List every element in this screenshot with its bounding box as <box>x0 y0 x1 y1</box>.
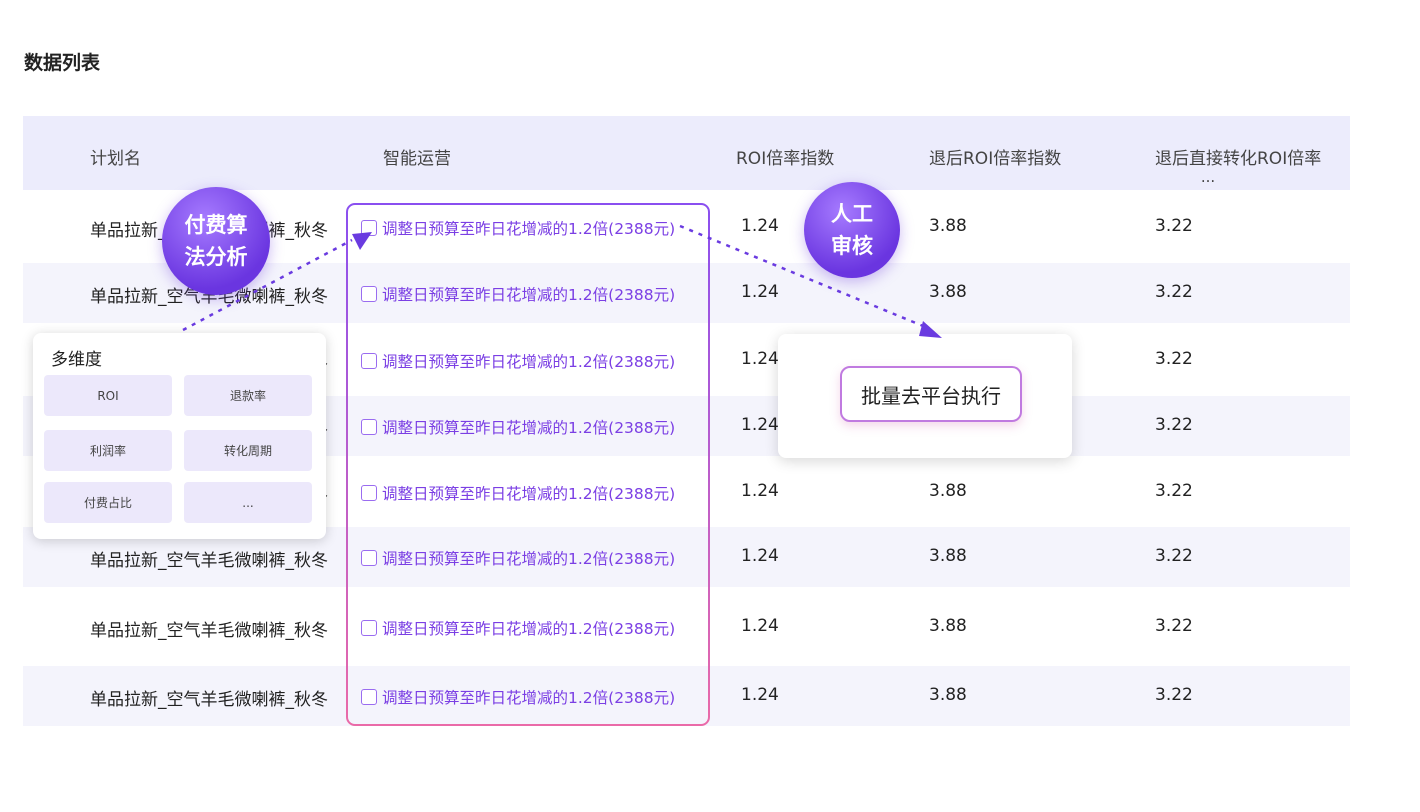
ops-checkbox[interactable] <box>361 550 377 566</box>
plan-name-cell: 单品拉新_空气羊毛微喇裤_秋冬 <box>90 551 328 571</box>
ops-checkbox[interactable] <box>361 485 377 501</box>
col-header-more[interactable]: ... <box>1178 168 1238 186</box>
direct-roi-cell: 3.22 <box>1155 349 1193 369</box>
direct-roi-cell: 3.22 <box>1155 546 1193 566</box>
col-header-ops: 智能运营 <box>383 149 451 169</box>
direct-roi-cell: 3.22 <box>1155 616 1193 636</box>
ops-cell: 调整日预算至昨日花增减的1.2倍(2388元) <box>361 416 675 438</box>
ops-cell: 调整日预算至昨日花增减的1.2倍(2388元) <box>361 547 675 569</box>
ops-cell: 调整日预算至昨日花增减的1.2倍(2388元) <box>361 482 675 504</box>
manual-review-line2: 审核 <box>831 234 873 258</box>
roi-cell: 1.24 <box>741 685 779 705</box>
paid-analysis-line2: 法分析 <box>184 245 248 269</box>
roi-cell: 1.24 <box>741 616 779 636</box>
ops-suggestion-text: 调整日预算至昨日花增减的1.2倍(2388元) <box>382 220 676 238</box>
paid-analysis-line1: 付费算 <box>184 213 248 237</box>
plan-name-cell: 单品拉新_空气羊毛微喇裤_秋冬 <box>90 690 328 710</box>
ops-checkbox[interactable] <box>361 286 377 302</box>
ops-cell: 调整日预算至昨日花增减的1.2倍(2388元) <box>361 283 675 305</box>
ops-cell: 调整日预算至昨日花增减的1.2倍(2388元) <box>361 350 675 372</box>
ops-cell: 调整日预算至昨日花增减的1.2倍(2388元) <box>361 686 675 708</box>
roi-cell: 1.24 <box>741 282 779 302</box>
refund-roi-cell: 3.88 <box>929 282 967 302</box>
roi-cell: 1.24 <box>741 349 779 369</box>
ops-suggestion-text: 调整日预算至昨日花增减的1.2倍(2388元) <box>382 689 676 707</box>
ops-suggestion-text: 调整日预算至昨日花增减的1.2倍(2388元) <box>382 550 676 568</box>
ops-cell: 调整日预算至昨日花增减的1.2倍(2388元) <box>361 217 675 239</box>
col-header-roi: ROI倍率指数 <box>736 149 835 169</box>
direct-roi-cell: 3.22 <box>1155 415 1193 435</box>
ops-checkbox[interactable] <box>361 353 377 369</box>
dimension-panel-title: 多维度 <box>51 350 102 370</box>
table-row: 单品拉新_空气羊毛微喇裤_秋冬 调整日预算至昨日花增减的1.2倍(2388元) 1.… <box>23 587 1350 666</box>
table-header: 计划名 智能运营 ROI倍率指数 退后ROI倍率指数 退后直接转化ROI倍率 .… <box>23 116 1350 190</box>
ops-cell: 调整日预算至昨日花增减的1.2倍(2388元) <box>361 617 675 639</box>
direct-roi-cell: 3.22 <box>1155 685 1193 705</box>
ops-checkbox[interactable] <box>361 689 377 705</box>
table-row: 单品拉新_空气羊毛微喇裤_秋冬 调整日预算至昨日花增减的1.2倍(2388元) 1.… <box>23 666 1350 726</box>
roi-cell: 1.24 <box>741 216 779 236</box>
chip-more[interactable]: ... <box>184 482 312 523</box>
action-panel: 批量去平台执行 <box>778 334 1072 458</box>
roi-cell: 1.24 <box>741 481 779 501</box>
refund-roi-cell: 3.88 <box>929 546 967 566</box>
manual-review-line1: 人工 <box>831 202 873 226</box>
batch-execute-button[interactable]: 批量去平台执行 <box>840 366 1022 422</box>
chip-profit-rate[interactable]: 利润率 <box>44 430 172 471</box>
plan-name-cell: 单品拉新_空气羊毛微喇裤_秋冬 <box>90 621 328 641</box>
col-header-direct-roi: 退后直接转化ROI倍率 <box>1155 149 1322 169</box>
ops-suggestion-text: 调整日预算至昨日花增减的1.2倍(2388元) <box>382 419 676 437</box>
refund-roi-cell: 3.88 <box>929 616 967 636</box>
roi-cell: 1.24 <box>741 415 779 435</box>
ops-suggestion-text: 调整日预算至昨日花增减的1.2倍(2388元) <box>382 286 676 304</box>
refund-roi-cell: 3.88 <box>929 216 967 236</box>
direct-roi-cell: 3.22 <box>1155 481 1193 501</box>
chip-conversion-cycle[interactable]: 转化周期 <box>184 430 312 471</box>
ops-suggestion-text: 调整日预算至昨日花增减的1.2倍(2388元) <box>382 353 676 371</box>
paid-analysis-bubble: 付费算 法分析 <box>162 187 270 295</box>
col-header-refund-roi: 退后ROI倍率指数 <box>929 149 1062 169</box>
ops-suggestion-text: 调整日预算至昨日花增减的1.2倍(2388元) <box>382 620 676 638</box>
manual-review-bubble: 人工 审核 <box>804 182 900 278</box>
chip-roi[interactable]: ROI <box>44 375 172 416</box>
ops-suggestion-text: 调整日预算至昨日花增减的1.2倍(2388元) <box>382 485 676 503</box>
ops-checkbox[interactable] <box>361 419 377 435</box>
refund-roi-cell: 3.88 <box>929 685 967 705</box>
dimension-panel: 多维度 ROI 退款率 利润率 转化周期 付费占比 ... <box>33 333 326 539</box>
roi-cell: 1.24 <box>741 546 779 566</box>
chip-refund-rate[interactable]: 退款率 <box>184 375 312 416</box>
ops-checkbox[interactable] <box>361 220 377 236</box>
page-title: 数据列表 <box>24 52 101 74</box>
ops-checkbox[interactable] <box>361 620 377 636</box>
chip-paid-share[interactable]: 付费占比 <box>44 482 172 523</box>
direct-roi-cell: 3.22 <box>1155 282 1193 302</box>
refund-roi-cell: 3.88 <box>929 481 967 501</box>
col-header-plan: 计划名 <box>90 149 141 169</box>
direct-roi-cell: 3.22 <box>1155 216 1193 236</box>
